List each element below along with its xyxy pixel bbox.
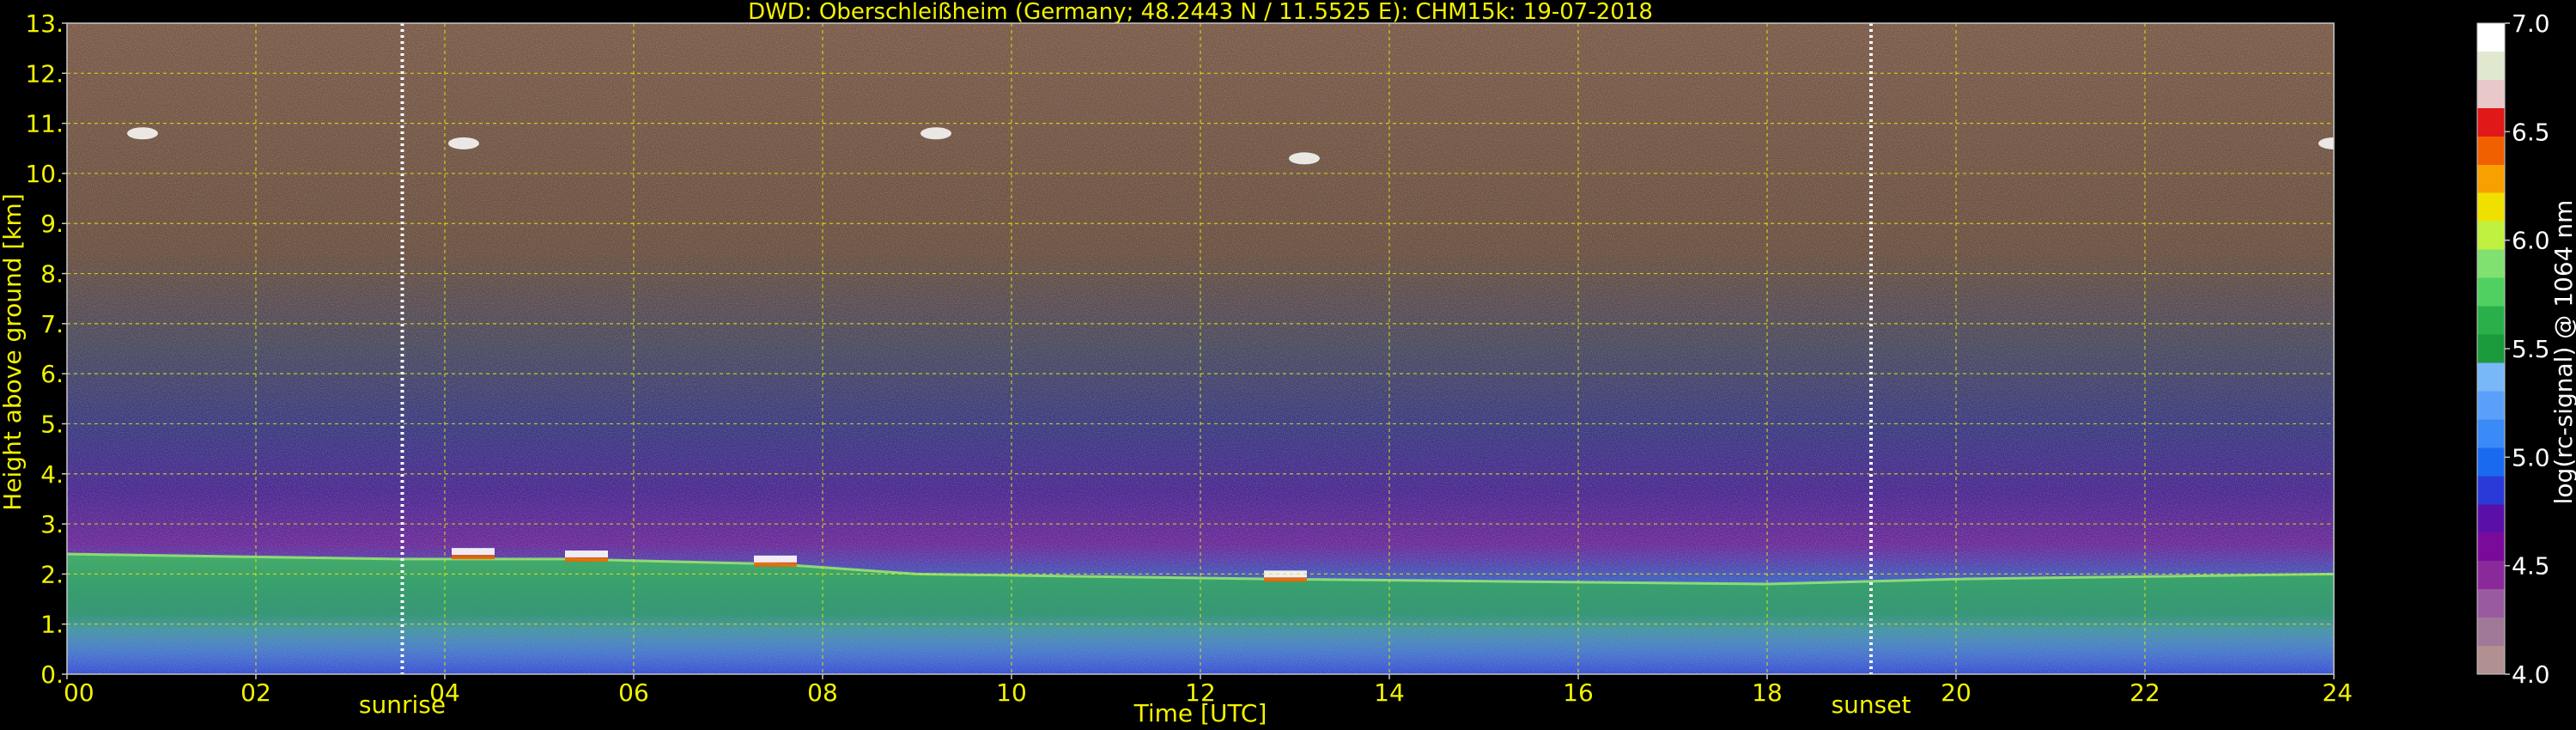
- cloud-base-patch: [565, 557, 608, 563]
- y-tick-label: 11.: [25, 110, 64, 138]
- sunrise-label: sunrise: [359, 690, 446, 719]
- y-axis-ticks: 0. 1. 2. 3. 4. 5. 6. 7. 8. 9. 10. 11. 12. 13.: [25, 9, 67, 689]
- cloud-base-patch: [452, 555, 495, 560]
- cirrus-cloud-patch: [1289, 152, 1320, 165]
- colorbar: 4.0 4.5 5.0 5.5 6.0 6.5 7.0: [2476, 9, 2550, 689]
- x-tick-label: 08: [807, 678, 838, 707]
- lidar-chart: DWD: Oberschleißheim (Germany; 48.2443 N…: [0, 0, 2576, 727]
- x-axis-label: Time [UTC]: [1133, 699, 1267, 727]
- y-tick-label: 8.: [40, 260, 64, 289]
- y-tick-label: 4.: [40, 460, 64, 489]
- x-tick-label: 20: [1941, 678, 1971, 707]
- colorbar-tick-label: 7.0: [2512, 9, 2550, 38]
- y-tick-label: 6.: [40, 360, 64, 388]
- y-tick-label: 2.: [40, 560, 64, 588]
- y-tick-label: 3.: [40, 510, 64, 538]
- colorbar-gradient: [2476, 22, 2506, 675]
- colorbar-tick-label: 5.5: [2512, 335, 2550, 363]
- y-tick-label: 7.: [40, 310, 64, 338]
- x-tick-label: 06: [618, 678, 649, 707]
- y-tick-label: 1.: [40, 611, 64, 639]
- sunset-label: sunset: [1832, 690, 1911, 719]
- cirrus-cloud-patch: [127, 127, 158, 140]
- cloud-top-patch: [452, 548, 495, 556]
- cloud-top-patch: [754, 555, 797, 563]
- x-tick-label: 02: [240, 678, 271, 707]
- colorbar-tick-label: 6.0: [2512, 227, 2550, 255]
- x-tick-label: 14: [1374, 678, 1405, 707]
- cloud-base-patch: [754, 562, 797, 567]
- chart-title: DWD: Oberschleißheim (Germany; 48.2443 N…: [748, 0, 1653, 25]
- x-tick-label: 24: [2322, 678, 2353, 707]
- x-tick-label: 22: [2129, 678, 2160, 707]
- colorbar-tick-label: 5.0: [2512, 443, 2550, 471]
- cloud-base-patch: [1264, 577, 1307, 582]
- y-tick-label: 10.: [25, 160, 64, 188]
- y-axis-label: Height above ground [km]: [0, 193, 27, 511]
- y-tick-label: 5.: [40, 410, 64, 438]
- colorbar-tick-label: 4.5: [2512, 552, 2550, 581]
- y-tick-label: 13.: [25, 9, 64, 38]
- colorbar-label: log(rc-signal) @ 1064 nm: [2549, 200, 2576, 505]
- cirrus-cloud-patch: [920, 127, 951, 140]
- colorbar-ticks: 4.0 4.5 5.0 5.5 6.0 6.5 7.0: [2505, 9, 2550, 689]
- colorbar-tick-label: 4.0: [2512, 660, 2550, 689]
- x-tick-label: 00: [64, 678, 94, 707]
- colorbar-tick-label: 6.5: [2512, 118, 2550, 146]
- y-tick-label: 0.: [40, 660, 64, 689]
- y-tick-label: 9.: [40, 210, 64, 238]
- cloud-top-patch: [565, 551, 608, 558]
- x-tick-label: 18: [1752, 678, 1783, 707]
- y-tick-label: 12.: [25, 59, 64, 88]
- plot-area: [67, 23, 2334, 674]
- cirrus-cloud-patch: [448, 137, 479, 149]
- x-tick-label: 10: [996, 678, 1027, 707]
- x-tick-label: 16: [1563, 678, 1594, 707]
